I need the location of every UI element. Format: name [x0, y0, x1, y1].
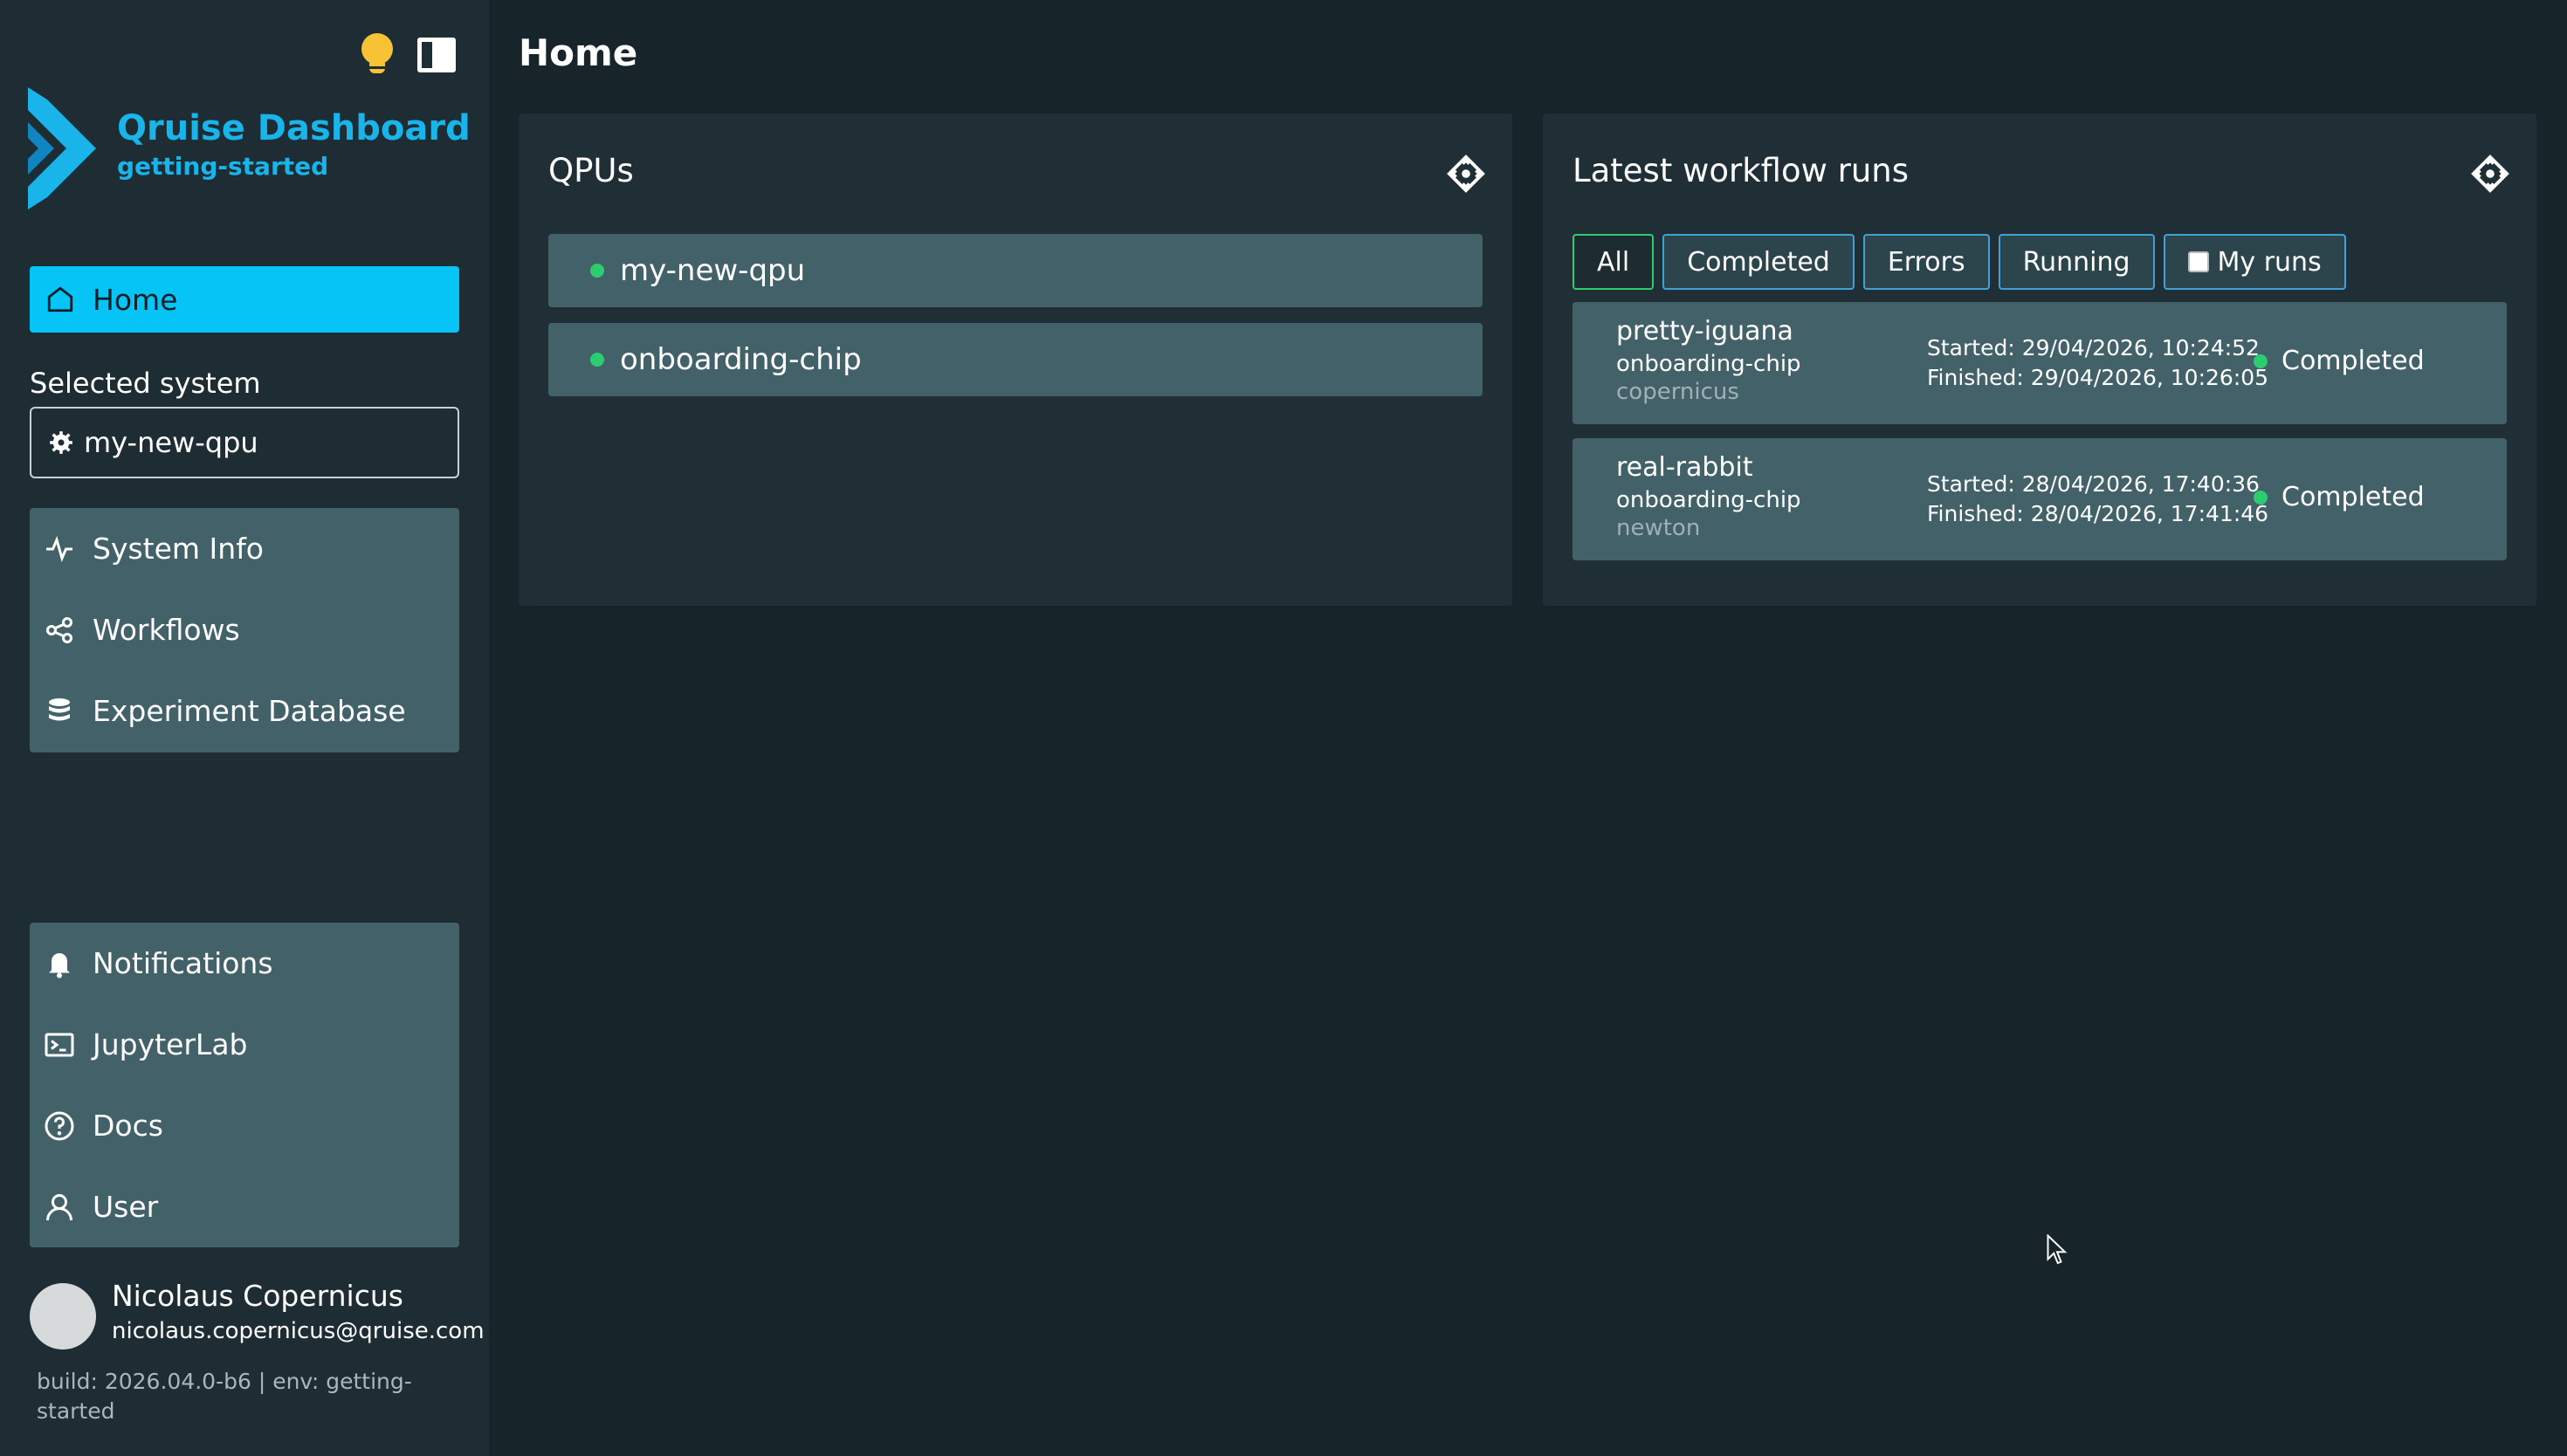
- primary-nav: System Info Workflows Experiment Databas…: [30, 508, 459, 752]
- sidebar-top-icons: [360, 33, 456, 77]
- filter-my-runs-toggle[interactable]: My runs: [2163, 234, 2346, 290]
- selected-system-value: my-new-qpu: [84, 426, 258, 459]
- mouse-cursor-icon: [2047, 1234, 2068, 1265]
- run-times: Started: 28/04/2026, 17:40:36 Finished: …: [1927, 470, 2268, 529]
- status-dot: [590, 264, 604, 278]
- move-icon[interactable]: [1446, 154, 1486, 194]
- qpus-card-title: QPUs: [548, 152, 634, 189]
- brand-title: Qruise Dashboard: [117, 108, 471, 148]
- database-icon: [49, 697, 70, 720]
- nav-user[interactable]: User: [30, 1166, 459, 1247]
- nav-label: System Info: [93, 532, 265, 566]
- nav-home-button[interactable]: Home: [30, 266, 459, 333]
- selected-system-select[interactable]: my-new-qpu: [30, 407, 459, 478]
- run-times: Started: 29/04/2026, 10:24:52 Finished: …: [1927, 333, 2268, 393]
- status-dot: [2254, 354, 2268, 368]
- brand: Qruise Dashboard getting-started: [28, 87, 471, 209]
- user-name: Nicolaus Copernicus: [112, 1279, 403, 1313]
- qruise-logo-icon: [28, 87, 96, 209]
- nav-docs[interactable]: Docs: [30, 1085, 459, 1166]
- qpu-name: my-new-qpu: [620, 253, 806, 288]
- my-runs-label: My runs: [2217, 246, 2322, 278]
- qpu-name: onboarding-chip: [620, 342, 862, 377]
- run-started: Started: 28/04/2026, 17:40:36: [1927, 471, 2260, 497]
- nav-workflows[interactable]: Workflows: [30, 589, 459, 670]
- run-name: real-rabbit: [1616, 452, 1753, 483]
- run-system: onboarding-chip: [1616, 351, 1801, 377]
- nav-label: Notifications: [93, 946, 273, 980]
- status-dot: [2254, 490, 2268, 505]
- build-info: build: 2026.04.0-b6 | env: getting-start…: [37, 1369, 412, 1424]
- runs-card-title: Latest workflow runs: [1573, 152, 1909, 189]
- secondary-nav: Notifications JupyterLab Docs User: [30, 923, 459, 1247]
- run-user: copernicus: [1616, 379, 1739, 405]
- filter-errors-button[interactable]: Errors: [1862, 234, 1990, 290]
- brand-subtitle: getting-started: [117, 152, 329, 181]
- nav-experiment-database[interactable]: Experiment Database: [30, 670, 459, 752]
- user-email: nicolaus.copernicus@qruise.com: [112, 1318, 485, 1344]
- my-runs-checkbox[interactable]: [2187, 251, 2209, 272]
- selected-system-label: Selected system: [30, 367, 261, 400]
- qpu-item-onboarding-chip[interactable]: onboarding-chip: [548, 323, 1483, 396]
- workflow-run-row[interactable]: pretty-iguana onboarding-chip copernicus…: [1573, 302, 2507, 424]
- nav-label: Workflows: [93, 613, 240, 647]
- filter-all-button[interactable]: All: [1573, 234, 1655, 290]
- qpus-card: QPUs my-new-qpu onboarding-chip: [519, 113, 1512, 606]
- user-icon: [46, 1193, 72, 1220]
- run-filters: All Completed Errors Running My runs: [1573, 234, 2346, 290]
- run-finished: Finished: 29/04/2026, 10:26:05: [1927, 365, 2269, 390]
- status-dot: [590, 353, 604, 367]
- status-badge: Completed: [2281, 482, 2425, 512]
- nav-label: JupyterLab: [93, 1027, 248, 1061]
- sidebar: Qruise Dashboard getting-started Home Se…: [0, 0, 489, 1456]
- nav-label: Experiment Database: [93, 694, 406, 728]
- filter-running-button[interactable]: Running: [1998, 234, 2155, 290]
- bell-icon: [49, 952, 70, 978]
- status-badge: Completed: [2281, 346, 2425, 376]
- nav-label: Docs: [93, 1109, 163, 1143]
- nav-notifications[interactable]: Notifications: [30, 923, 459, 1004]
- qpu-item-my-new-qpu[interactable]: my-new-qpu: [548, 234, 1483, 307]
- run-finished: Finished: 28/04/2026, 17:41:46: [1927, 501, 2269, 526]
- page-title: Home: [519, 31, 638, 74]
- nav-home-label: Home: [93, 282, 178, 317]
- workflow-runs-card: Latest workflow runs All Completed Error…: [1543, 113, 2536, 606]
- run-system: onboarding-chip: [1616, 487, 1801, 513]
- chip-gear-icon: [50, 431, 72, 454]
- move-icon[interactable]: [2470, 154, 2510, 194]
- filter-completed-button[interactable]: Completed: [1662, 234, 1855, 290]
- sidebar-toggle-icon[interactable]: [417, 38, 456, 72]
- nav-system-info[interactable]: System Info: [30, 508, 459, 589]
- run-user: newton: [1616, 515, 1701, 541]
- terminal-icon: [45, 1033, 74, 1056]
- run-status: Completed: [2254, 482, 2425, 512]
- run-name: pretty-iguana: [1616, 316, 1793, 347]
- avatar: [30, 1283, 96, 1350]
- workflow-run-row[interactable]: real-rabbit onboarding-chip newton Start…: [1573, 438, 2507, 560]
- activity-icon: [46, 535, 72, 562]
- user-profile[interactable]: Nicolaus Copernicus nicolaus.copernicus@…: [30, 1276, 485, 1350]
- help-circle-icon: [45, 1111, 74, 1140]
- lightbulb-icon[interactable]: [360, 33, 395, 77]
- nav-jupyterlab[interactable]: JupyterLab: [30, 1004, 459, 1085]
- share-icon: [46, 616, 72, 643]
- home-icon: [47, 286, 73, 312]
- nav-label: User: [93, 1190, 159, 1224]
- run-status: Completed: [2254, 346, 2425, 376]
- run-started: Started: 29/04/2026, 10:24:52: [1927, 335, 2260, 361]
